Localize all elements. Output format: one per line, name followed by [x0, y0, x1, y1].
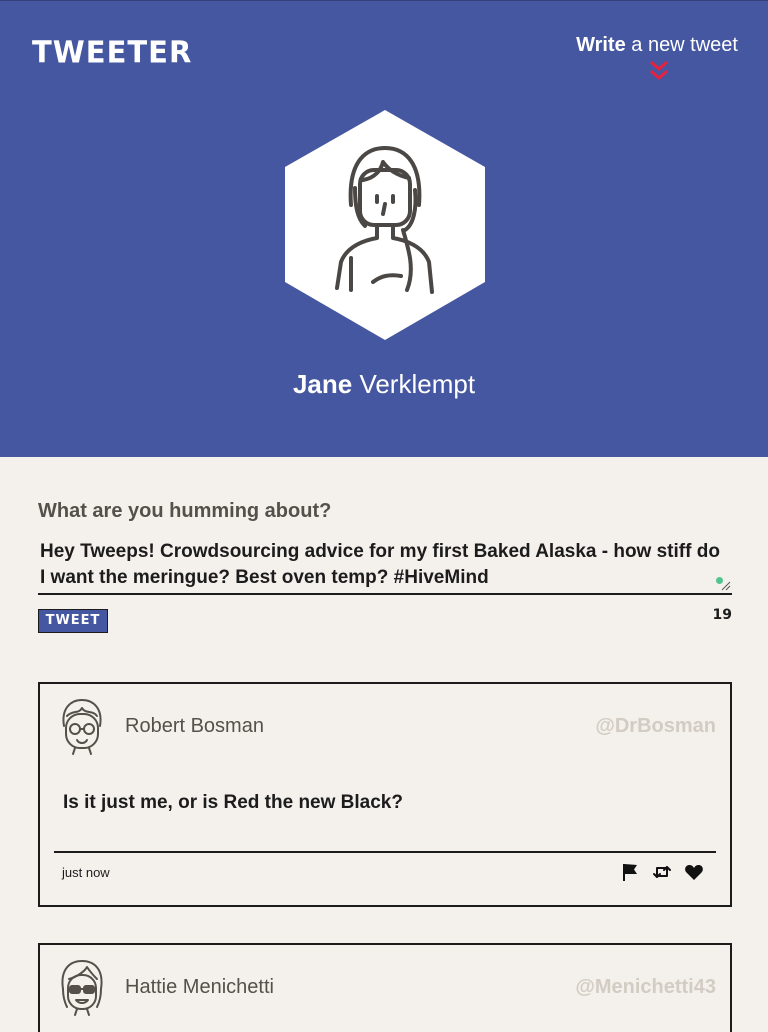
tweet-author-handle[interactable]: @Menichetti43: [575, 976, 716, 999]
app-logo[interactable]: TWEETER: [32, 34, 192, 70]
profile-first-name: Jane: [292, 369, 353, 399]
profile-header: TWEETER Write a new tweet Jane Verklempt: [0, 0, 768, 457]
chevrons-down-icon[interactable]: [646, 59, 672, 83]
character-counter: 19: [712, 607, 732, 623]
tweet-author-name: Robert Bosman: [125, 715, 264, 737]
tweet-content: Is it just me, or is Red the new Black?: [63, 792, 403, 813]
profile-last-name: Verklempt: [359, 369, 476, 399]
retweet-icon[interactable]: [652, 862, 672, 882]
tweet-button[interactable]: TWEET: [38, 609, 108, 633]
tweet-actions: [620, 862, 704, 882]
write-new-tweet-link[interactable]: Write a new tweet: [576, 34, 738, 57]
profile-avatar-icon: [285, 110, 485, 340]
tweet-card: Hattie Menichetti @Menichetti43: [38, 943, 732, 1032]
user-avatar-icon: [62, 699, 102, 755]
write-link-rest: a new tweet: [625, 34, 738, 56]
write-link-bold: Write: [576, 34, 626, 56]
tweet-divider: [54, 851, 716, 853]
flag-icon[interactable]: [620, 862, 640, 882]
heart-icon[interactable]: [684, 862, 704, 882]
tweet-input[interactable]: Hey Tweeps! Crowdsourcing advice for my …: [38, 539, 732, 595]
tweet-author-name: Hattie Menichetti: [125, 976, 274, 998]
user-avatar-icon: [61, 960, 103, 1016]
profile-name: Jane Verklempt: [0, 369, 768, 400]
tweet-timestamp: just now: [62, 865, 110, 880]
tweet-card: Robert Bosman @DrBosman Is it just me, o…: [38, 682, 732, 907]
compose-label: What are you humming about?: [38, 500, 332, 522]
tweet-author-handle[interactable]: @DrBosman: [595, 715, 716, 738]
resize-grip-icon[interactable]: [721, 581, 731, 591]
